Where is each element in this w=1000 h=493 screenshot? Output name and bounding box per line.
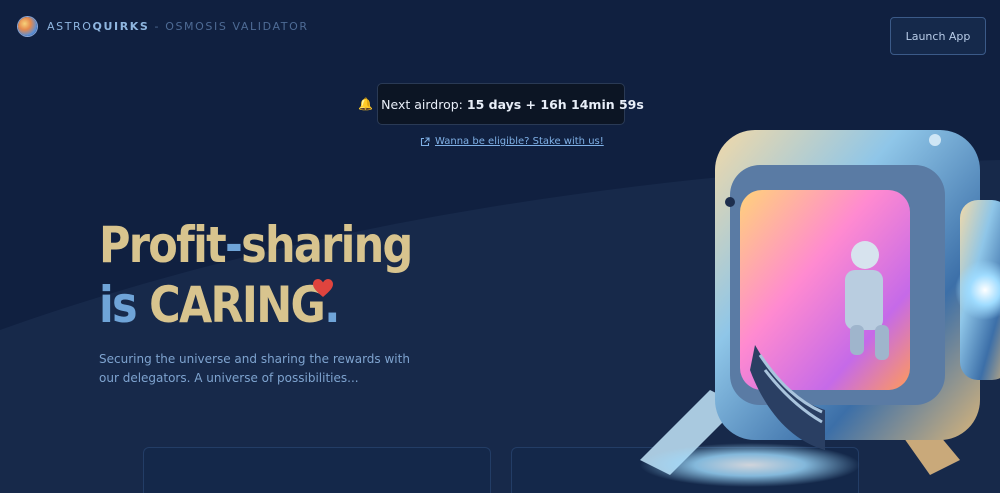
hero-word-caring: CARING — [149, 276, 326, 334]
launch-app-button[interactable]: Launch App — [890, 17, 986, 55]
brand-suffix: - OSMOSIS VALIDATOR — [149, 20, 309, 33]
hero-subtitle: Securing the universe and sharing the re… — [99, 352, 410, 385]
external-link-icon — [420, 136, 430, 146]
hero-word-is: is — [99, 276, 150, 334]
hero-title: Profit-sharing is CARING. — [99, 215, 413, 335]
hero-title-line2: is CARING. — [99, 275, 412, 335]
info-card — [143, 447, 491, 493]
heart-icon — [313, 279, 333, 297]
bell-icon: 🔔 — [358, 97, 374, 111]
robot-illustration — [640, 130, 1000, 487]
logo-icon[interactable] — [18, 17, 37, 36]
site-header: ASTROQUIRKS - OSMOSIS VALIDATOR Launch A… — [0, 0, 1000, 60]
hero-title-line1: Profit-sharing — [99, 215, 413, 275]
airdrop-countdown-banner: 🔔 Next airdrop: 15 days + 16h 14min 59s — [358, 83, 644, 125]
brand-prefix: ASTRO — [47, 20, 93, 33]
airdrop-label: Next airdrop: — [381, 96, 463, 112]
brand-name[interactable]: ASTROQUIRKS - OSMOSIS VALIDATOR — [47, 20, 309, 33]
hero-word-sharing: sharing — [241, 216, 413, 274]
hero-word-profit: Profit — [99, 216, 227, 274]
hero-dash: - — [224, 216, 243, 274]
stake-link-text: Wanna be eligible? Stake with us! — [435, 136, 604, 147]
brand-bold: QUIRKS — [92, 20, 150, 33]
stake-link[interactable]: Wanna be eligible? Stake with us! — [420, 136, 604, 147]
airdrop-countdown: 15 days + 16h 14min 59s — [466, 96, 644, 112]
